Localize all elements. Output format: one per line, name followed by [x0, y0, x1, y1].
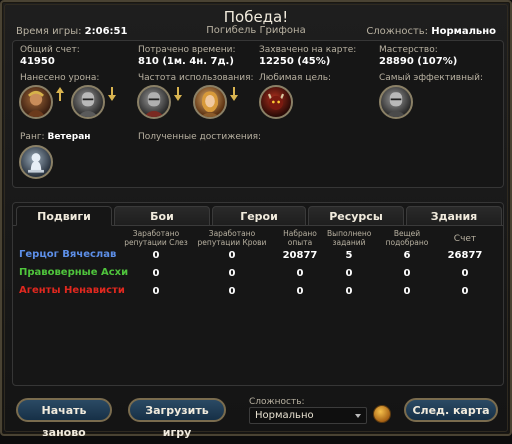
summary-panel: Общий счет: 41950 Потрачено времени: 810… — [12, 40, 504, 188]
table-cell: 0 — [461, 286, 469, 297]
arrow-down-icon — [230, 87, 238, 101]
chevron-down-icon — [355, 414, 361, 418]
difficulty-select-value: Нормально — [255, 410, 314, 421]
arrow-down-icon — [174, 87, 182, 101]
table-cell: 0 — [296, 268, 304, 279]
table-cell: 0 — [403, 268, 411, 279]
mastery-value: 28890 (107%) — [379, 56, 458, 67]
usage-label: Частота использования: — [138, 73, 254, 83]
table-cell: 26877 — [447, 250, 483, 261]
tab-heroes[interactable]: Герои — [212, 206, 306, 226]
captured-value: 12250 (45%) — [259, 56, 331, 67]
usage-knight-portrait[interactable] — [137, 85, 171, 119]
table-cell: 0 — [345, 286, 353, 297]
tab-buildings[interactable]: Здания — [406, 206, 502, 226]
difficulty-select[interactable]: Нормально — [249, 407, 367, 424]
col-score: Счет — [453, 234, 477, 244]
table-cell: 0 — [345, 268, 353, 279]
table-cell: 0 — [152, 250, 160, 261]
table-cell: 0 — [296, 286, 304, 297]
knight-portrait[interactable] — [71, 85, 105, 119]
arrow-down-icon — [108, 87, 116, 101]
tab-battles[interactable]: Бои — [114, 206, 210, 226]
tab-resources[interactable]: Ресурсы — [308, 206, 404, 226]
total-score-label: Общий счет: — [20, 45, 80, 55]
table-cell: 0 — [152, 286, 160, 297]
rank-label-text: Ранг: — [20, 132, 45, 142]
game-time-label: Время игры: — [16, 26, 82, 37]
table-cell: 0 — [403, 286, 411, 297]
favorite-target-label: Любимая цель: — [259, 73, 332, 83]
achievements-label: Полученные достижения: — [138, 132, 262, 142]
captured-label: Захвачено на карте: — [259, 45, 357, 55]
table-cell: 0 — [152, 268, 160, 279]
player-name-2: Правоверные Асхи — [19, 267, 129, 278]
col-blood-reputation: Заработано репутации Крови — [197, 229, 267, 247]
effective-knight-portrait[interactable] — [379, 85, 413, 119]
footer-difficulty-label: Сложность: — [249, 397, 305, 407]
table-cell: 0 — [228, 286, 236, 297]
col-tears-reputation: Заработано репутации Слез — [124, 229, 188, 247]
stats-tabs-panel: Подвиги Бои Герои Ресурсы Здания Заработ… — [12, 202, 504, 386]
game-time-value: 2:06:51 — [84, 26, 128, 37]
header-difficulty: Сложность: Нормально — [366, 26, 496, 37]
game-time: Время игры: 2:06:51 — [16, 26, 127, 37]
rank-value: Ветеран — [47, 132, 91, 142]
table-cell: 20877 — [282, 250, 318, 261]
rank-label: Ранг: Ветеран — [20, 132, 91, 142]
table-cell: 5 — [345, 250, 353, 261]
player-name-3: Агенты Ненависти — [19, 285, 125, 296]
results-window: Победа! Погибель Грифона Время игры: 2:0… — [0, 0, 512, 439]
table-cell: 6 — [403, 250, 411, 261]
table-cell: 0 — [461, 268, 469, 279]
veteran-rank-icon[interactable] — [19, 145, 53, 179]
damage-label: Нанесено урона: — [20, 73, 100, 83]
next-map-button[interactable]: След. карта — [404, 398, 498, 422]
demon-portrait[interactable] — [259, 85, 293, 119]
time-spent-value: 810 (1м. 4н. 7д.) — [138, 56, 234, 67]
table-cell: 0 — [228, 250, 236, 261]
most-effective-label: Самый эффективный: — [379, 73, 483, 83]
col-experience: Набрано опыта — [283, 229, 317, 247]
lady-portrait[interactable] — [193, 85, 227, 119]
warlord-portrait[interactable] — [19, 85, 53, 119]
load-game-button[interactable]: Загрузить игру — [128, 398, 226, 439]
col-quests: Выполнено заданий — [327, 229, 372, 247]
player-name-1: Герцог Вячеслав — [19, 249, 117, 260]
header-difficulty-value: Нормально — [431, 26, 496, 37]
coins-icon[interactable] — [373, 405, 391, 423]
table-cell: 0 — [228, 268, 236, 279]
time-spent-label: Потрачено времени: — [138, 45, 236, 55]
total-score-value: 41950 — [20, 56, 55, 67]
mastery-label: Мастерство: — [379, 45, 438, 55]
header-difficulty-label: Сложность: — [366, 26, 429, 37]
victory-title: Победа! — [223, 8, 289, 26]
col-items: Вещей подобрано — [385, 229, 429, 247]
restart-button[interactable]: Начать заново — [16, 398, 112, 439]
tab-exploits[interactable]: Подвиги — [16, 206, 112, 226]
arrow-up-icon — [56, 87, 64, 101]
